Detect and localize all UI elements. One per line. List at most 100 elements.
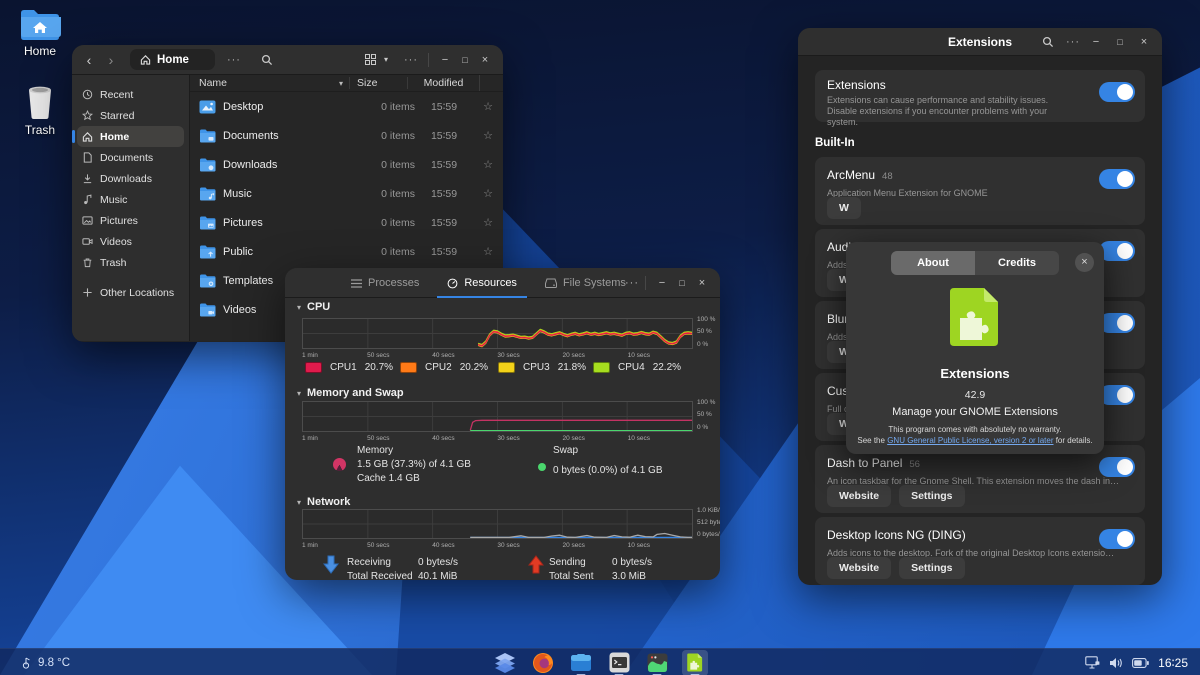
forward-button[interactable]: › [102,52,120,68]
window-menu-button[interactable]: ··· [404,54,418,66]
star-icon[interactable]: ☆ [473,158,503,171]
taskbar-app-system-monitor[interactable] [644,650,670,675]
maximize-button[interactable]: □ [455,55,475,65]
extension-card-dash-to-panel: Dash to Panel56 An icon taskbar for the … [815,445,1145,513]
desktop-icon-home[interactable]: Home [9,7,71,58]
sidebar-item-starred[interactable]: Starred [77,105,184,126]
view-options-caret[interactable]: ▾ [376,55,396,64]
column-header-modified[interactable]: Modified [407,77,479,89]
cpu-section-header[interactable]: ▾CPU [297,301,330,313]
path-menu-button[interactable]: ··· [227,54,241,66]
star-icon[interactable]: ☆ [473,187,503,200]
sidebar-item-home[interactable]: Home [77,126,184,147]
network-section-header[interactable]: ▾Network [297,496,350,508]
grid-view-icon[interactable] [365,54,376,65]
star-icon[interactable]: ☆ [473,216,503,229]
extension-toggle[interactable] [1099,529,1135,549]
extension-name: Dash to Panel [827,456,902,470]
star-icon[interactable]: ☆ [473,129,503,142]
system-monitor-window: Processes Resources File Systems ··· − □… [285,268,720,580]
taskbar-app-firefox[interactable] [530,650,556,675]
file-row-desktop[interactable]: Desktop0 items15∶59☆ [190,92,503,121]
tab-processes[interactable]: Processes [337,268,433,298]
network-display-icon[interactable] [1085,656,1100,669]
battery-icon[interactable] [1132,658,1149,668]
volume-icon[interactable] [1109,657,1123,669]
file-row-pictures[interactable]: Pictures0 items15∶59☆ [190,208,503,237]
about-subtitle: Manage your GNOME Extensions [846,406,1104,418]
file-modified: 15∶59 [415,217,473,229]
sidebar-item-trash[interactable]: Trash [77,252,184,273]
sidebar-item-videos[interactable]: Videos [77,231,184,252]
column-header-name[interactable]: Name▾ [190,77,349,89]
cpu1-legend[interactable]: CPU120.7% [305,362,393,373]
minimize-button[interactable]: − [435,54,455,66]
settings-button[interactable]: Settings [899,557,964,579]
system-monitor-headerbar: Processes Resources File Systems ··· − □… [285,268,720,298]
taskbar-app-extensions[interactable] [682,650,708,675]
extension-toggle[interactable] [1099,313,1135,333]
temperature-label: 9.8 °C [38,657,70,669]
tab-credits[interactable]: Credits [975,251,1059,275]
sidebar-item-documents[interactable]: Documents [77,147,184,168]
cpu3-legend[interactable]: CPU321.8% [498,362,586,373]
window-menu-button[interactable]: ··· [1066,36,1080,48]
network-chart [302,509,693,539]
divider [645,276,646,290]
app-stack-icon [494,653,516,673]
desktop-icon-trash[interactable]: Trash [9,84,71,137]
sidebar-label: Home [100,131,129,143]
extension-toggle[interactable] [1099,385,1135,405]
close-button[interactable]: × [692,277,712,289]
sidebar-item-downloads[interactable]: Downloads [77,168,184,189]
weather-widget[interactable]: 9.8 °C [22,649,70,675]
path-bar[interactable]: Home [130,49,215,70]
file-row-documents[interactable]: Documents0 items15∶59☆ [190,121,503,150]
cpu2-legend[interactable]: CPU220.2% [400,362,488,373]
sidebar-item-pictures[interactable]: Pictures [77,210,184,231]
tab-about[interactable]: About [891,251,975,275]
file-row-public[interactable]: Public0 items15∶59☆ [190,237,503,266]
file-systems-icon [545,278,557,288]
maximize-button[interactable]: □ [1110,37,1130,47]
tab-file-systems[interactable]: File Systems [531,268,640,298]
tab-resources[interactable]: Resources [433,268,531,298]
column-header-star [479,75,503,91]
star-icon[interactable]: ☆ [473,245,503,258]
star-icon[interactable]: ☆ [473,100,503,113]
extension-toggle[interactable] [1099,457,1135,477]
license-link[interactable]: GNU General Public License, version 2 or… [887,436,1053,445]
taskbar-app-stack[interactable] [492,650,518,675]
clock[interactable]: 16∶25 [1158,656,1188,670]
back-button[interactable]: ‹ [80,52,98,68]
website-button[interactable]: Website [827,557,891,579]
close-button[interactable]: × [1134,36,1154,48]
maximize-button[interactable]: □ [672,278,692,288]
search-icon[interactable] [261,54,273,66]
taskbar-app-files[interactable] [568,650,594,675]
minimize-button[interactable]: − [1086,36,1106,48]
extensions-master-card: Extensions Extensions can cause performa… [815,70,1145,122]
file-row-downloads[interactable]: Downloads0 items15∶59☆ [190,150,503,179]
memory-section-header[interactable]: ▾Memory and Swap [297,387,404,399]
column-header-size[interactable]: Size [349,77,407,89]
website-button[interactable]: W [827,197,861,219]
master-toggle[interactable] [1099,82,1135,102]
search-icon[interactable] [1042,36,1054,48]
dialog-close-button[interactable]: × [1075,253,1094,272]
sidebar-item-other-locations[interactable]: Other Locations [77,282,184,303]
sidebar-label: Recent [100,89,133,101]
extension-toggle[interactable] [1099,241,1135,261]
sidebar-item-music[interactable]: Music [77,189,184,210]
sidebar-item-recent[interactable]: Recent [77,84,184,105]
terminal-icon [609,652,630,673]
settings-button[interactable]: Settings [899,485,964,507]
file-row-music[interactable]: Music0 items15∶59☆ [190,179,503,208]
network-ylabel: 1.0 KiB/s [697,508,720,515]
minimize-button[interactable]: − [652,277,672,289]
website-button[interactable]: Website [827,485,891,507]
extension-toggle[interactable] [1099,169,1135,189]
taskbar-app-terminal[interactable] [606,650,632,675]
close-button[interactable]: × [475,54,495,66]
cpu4-legend[interactable]: CPU422.2% [593,362,681,373]
